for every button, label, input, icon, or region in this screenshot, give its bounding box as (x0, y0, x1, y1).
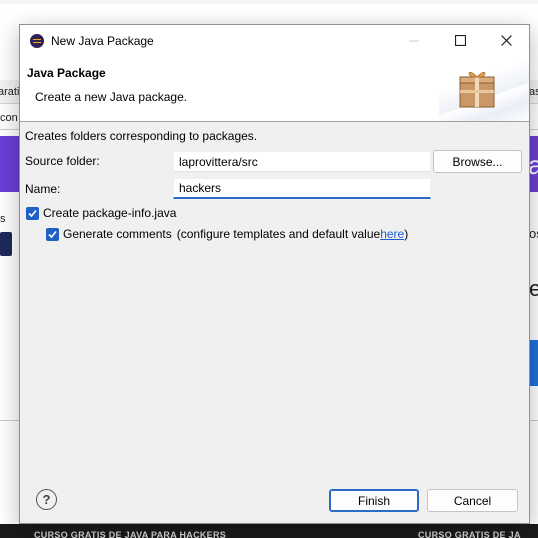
background-text: arati (0, 86, 20, 98)
generate-comments-hint: (configure templates and default value (176, 227, 381, 241)
background-text: e (529, 276, 538, 301)
background-image (0, 232, 12, 256)
background-text: s (0, 213, 6, 225)
checkmark-icon (28, 209, 37, 217)
help-icon[interactable]: ? (36, 489, 57, 510)
close-icon (500, 35, 512, 46)
window-title: New Java Package (51, 33, 154, 48)
generate-comments-hint-end: ) (404, 227, 409, 241)
title-bar[interactable]: New Java Package (20, 25, 529, 56)
create-package-info-row[interactable]: Create package-info.java (26, 206, 176, 220)
background-text: as (529, 86, 538, 98)
background-text: os (529, 226, 538, 241)
wizard-title: Java Package (27, 66, 106, 80)
name-label: Name: (25, 182, 61, 196)
maximize-icon (454, 35, 466, 46)
background-text: con (0, 112, 18, 124)
configure-templates-link[interactable]: here (380, 227, 404, 241)
finish-button[interactable]: Finish (329, 489, 419, 512)
minimize-button[interactable] (391, 25, 437, 56)
close-button[interactable] (483, 25, 529, 56)
background-footer-text: CURSO GRATIS DE JAVA PARA HACKERS (34, 530, 227, 538)
wizard-body: Creates folders corresponding to package… (20, 122, 529, 462)
new-java-package-dialog: New Java Package Java Package Create a n… (19, 24, 530, 524)
minimize-icon (409, 40, 419, 41)
window-controls (391, 25, 529, 56)
source-folder-label: Source folder: (25, 154, 100, 168)
generate-comments-label: Generate comments (63, 227, 172, 241)
generate-comments-row[interactable]: Generate comments (configure templates a… (46, 227, 408, 241)
package-icon (459, 72, 495, 108)
browse-button[interactable]: Browse... (433, 150, 522, 173)
cancel-button[interactable]: Cancel (427, 489, 518, 512)
package-name-input[interactable] (173, 178, 431, 199)
background-footer-text: CURSO GRATIS DE JA (418, 530, 521, 538)
wizard-footer: ? Finish Cancel (20, 462, 529, 524)
page-description: Creates folders corresponding to package… (25, 129, 258, 143)
wizard-subtitle: Create a new Java package. (35, 90, 188, 104)
create-package-info-checkbox[interactable] (26, 206, 39, 220)
wizard-header: Java Package Create a new Java package. (20, 56, 529, 122)
checkmark-icon (48, 230, 57, 238)
create-package-info-label: Create package-info.java (43, 206, 177, 220)
source-folder-input[interactable] (173, 151, 431, 172)
maximize-button[interactable] (437, 25, 483, 56)
generate-comments-checkbox[interactable] (46, 227, 59, 241)
help-glyph: ? (42, 492, 51, 507)
eclipse-icon (30, 33, 44, 48)
